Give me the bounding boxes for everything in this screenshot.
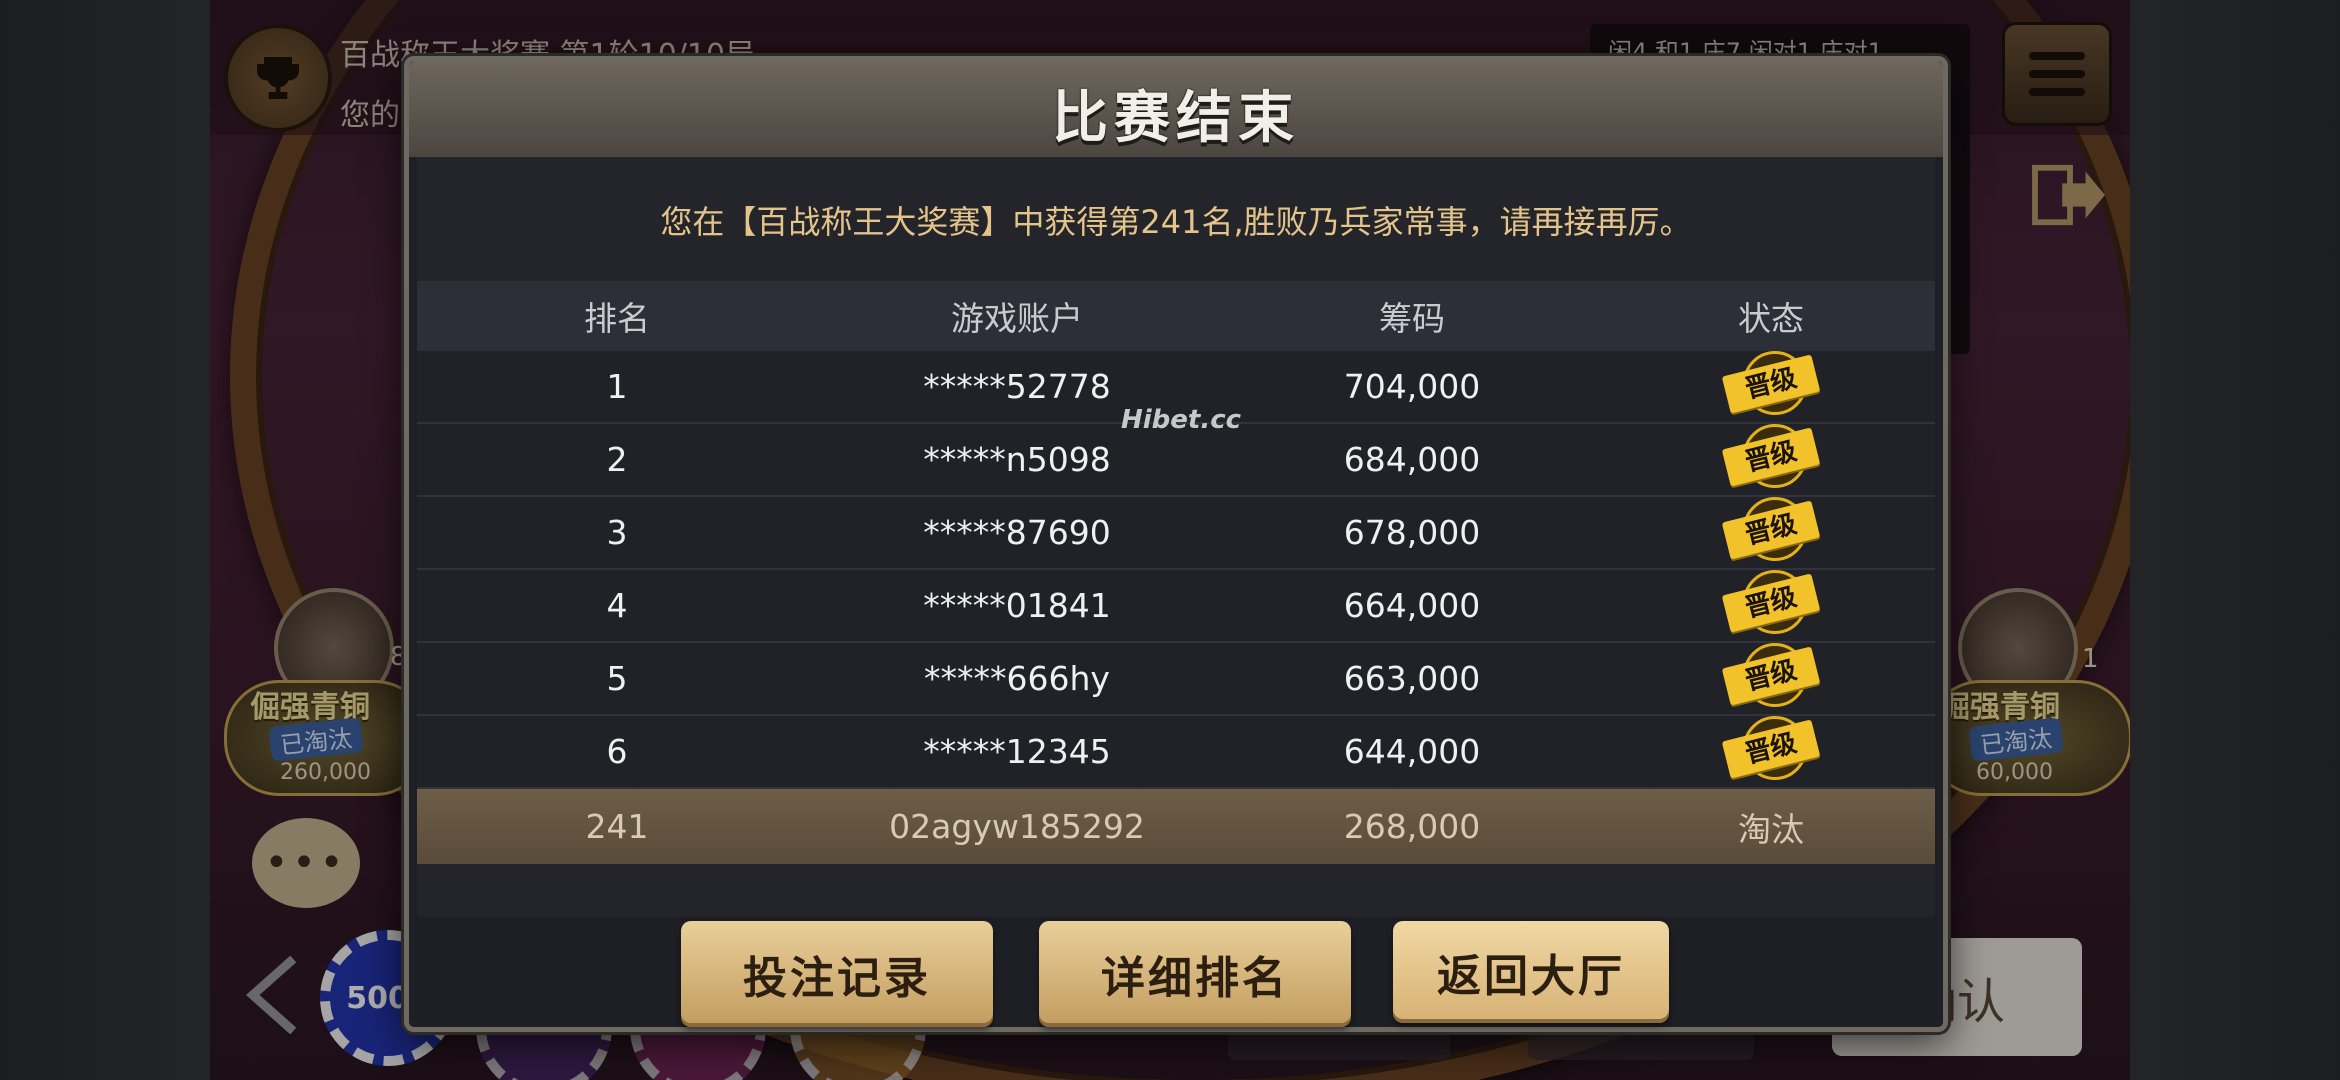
promoted-stamp: 晋级 — [1721, 642, 1821, 707]
table-header: 排名 游戏账户 筹码 状态 — [417, 281, 1935, 351]
chips-cell: 684,000 — [1343, 440, 1481, 479]
self-rank-row: 241 02agyw185292 268,000 淘汰 — [417, 789, 1935, 864]
self-account-cell: 02agyw185292 — [889, 807, 1145, 846]
account-cell: *****01841 — [923, 586, 1111, 625]
chips-cell: 644,000 — [1343, 732, 1481, 771]
self-chips-cell: 268,000 — [1343, 807, 1481, 846]
column-chips: 筹码 — [1379, 299, 1445, 338]
rank-cell: 6 — [606, 732, 628, 771]
status-cell: 晋级 — [1607, 642, 1935, 709]
chips-cell: 678,000 — [1343, 513, 1481, 552]
rank-cell: 4 — [606, 586, 628, 625]
ranking-table: 排名 游戏账户 筹码 状态 1 *****52778 704,000 晋级 2 … — [417, 281, 1935, 864]
chips-cell: 664,000 — [1343, 586, 1481, 625]
table-row: 5 *****666hy 663,000 晋级 — [417, 642, 1935, 716]
chips-cell: 663,000 — [1343, 659, 1481, 698]
status-cell: 晋级 — [1607, 423, 1935, 490]
table-row: 4 *****01841 664,000 晋级 — [417, 569, 1935, 643]
promoted-stamp: 晋级 — [1721, 715, 1821, 780]
result-message: 您在【百战称王大奖赛】中获得第241名,胜败乃兵家常事，请再接再厉。 — [660, 203, 1692, 241]
account-cell: *****666hy — [924, 659, 1110, 698]
dialog-footer: 投注记录 详细排名 返回大厅 — [417, 921, 1935, 1027]
match-end-dialog: 比赛结束 您在【百战称王大奖赛】中获得第241名,胜败乃兵家常事，请再接再厉。 … — [404, 56, 1948, 1032]
back-to-lobby-button[interactable]: 返回大厅 — [1393, 921, 1669, 1023]
account-cell: *****n5098 — [923, 440, 1111, 479]
dialog-header: 比赛结束 — [409, 61, 1943, 157]
column-status: 状态 — [1738, 299, 1804, 338]
account-cell: *****52778 — [923, 367, 1111, 406]
table-row: 3 *****87690 678,000 晋级 — [417, 496, 1935, 570]
promoted-stamp: 晋级 — [1721, 496, 1821, 561]
status-cell: 晋级 — [1607, 496, 1935, 563]
promoted-stamp: 晋级 — [1721, 350, 1821, 415]
dialog-body: 您在【百战称王大奖赛】中获得第241名,胜败乃兵家常事，请再接再厉。 排名 游戏… — [417, 157, 1935, 917]
column-rank: 排名 — [584, 299, 650, 338]
account-cell: *****12345 — [923, 732, 1111, 771]
table-row: 6 *****12345 644,000 晋级 — [417, 715, 1935, 789]
rank-cell: 5 — [606, 659, 628, 698]
rank-cell: 1 — [606, 367, 628, 406]
account-cell: *****87690 — [923, 513, 1111, 552]
status-cell: 晋级 — [1607, 350, 1935, 417]
self-rank-cell: 241 — [585, 807, 649, 846]
rank-cell: 2 — [606, 440, 628, 479]
status-cell: 晋级 — [1607, 569, 1935, 636]
status-cell: 晋级 — [1607, 715, 1935, 782]
promoted-stamp: 晋级 — [1721, 423, 1821, 488]
self-status-cell: 淘汰 — [1738, 809, 1804, 849]
column-account: 游戏账户 — [951, 299, 1083, 338]
dialog-title: 比赛结束 — [1052, 86, 1300, 151]
detail-ranking-button[interactable]: 详细排名 — [1039, 921, 1351, 1027]
promoted-stamp: 晋级 — [1721, 569, 1821, 634]
watermark: Hibet.cc — [1121, 405, 1242, 435]
rank-cell: 3 — [606, 513, 628, 552]
chips-cell: 704,000 — [1343, 367, 1481, 406]
bet-record-button[interactable]: 投注记录 — [681, 921, 993, 1027]
